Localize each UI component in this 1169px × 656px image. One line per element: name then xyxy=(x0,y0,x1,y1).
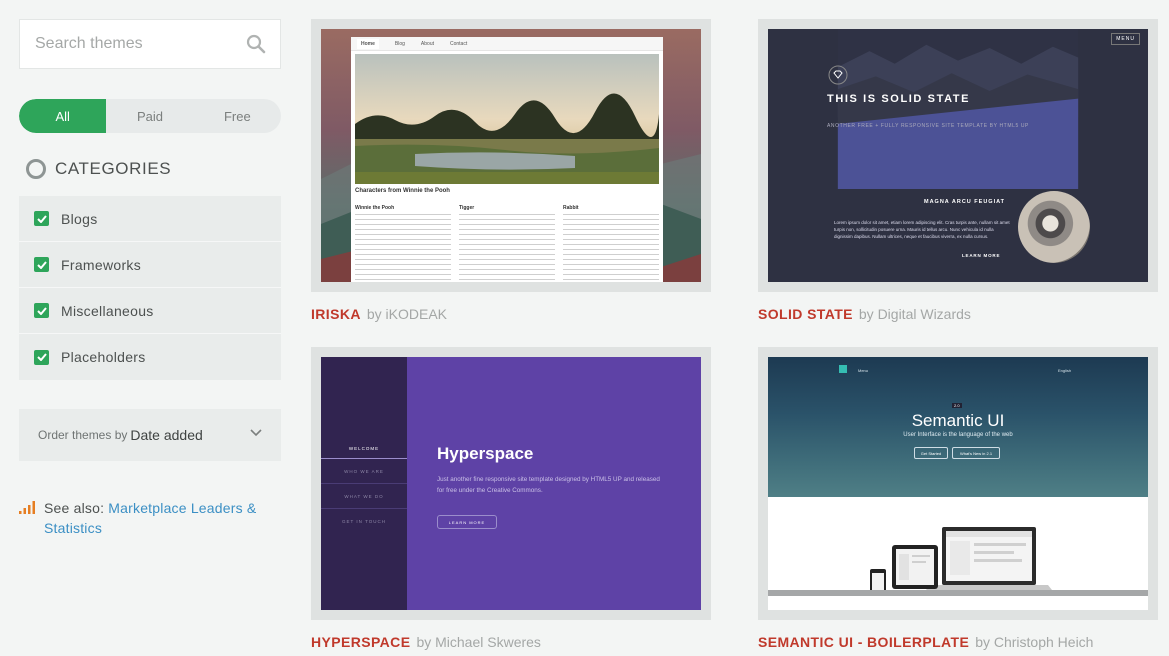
theme-preview-frame[interactable]: Home Blog About Contact Characters from … xyxy=(311,19,711,292)
signal-bars-icon xyxy=(19,501,35,514)
iriska-heading: Characters from Winnie the Pooh xyxy=(355,188,450,194)
semantic-subtitle: User Interface is the language of the we… xyxy=(903,432,1013,438)
category-label: Placeholders xyxy=(61,349,146,365)
checkbox-checked-icon[interactable] xyxy=(34,257,49,272)
diamond-icon xyxy=(828,65,848,85)
hyperspace-button: LEARN MORE xyxy=(437,515,497,529)
hyperspace-nav-item: WELCOME xyxy=(348,446,380,451)
theme-name-link[interactable]: SOLID STATE xyxy=(758,306,853,322)
iriska-page-preview: Home Blog About Contact Characters from … xyxy=(351,37,663,282)
theme-author: by iKODEAK xyxy=(366,306,447,322)
iriska-nav-item: About xyxy=(420,40,434,47)
menu-button: MENU xyxy=(1111,33,1140,45)
camera-photo xyxy=(1018,191,1090,263)
semantic-menu: Menu xyxy=(858,368,869,373)
theme-name-link[interactable]: IRISKA xyxy=(311,306,361,322)
checkbox-checked-icon[interactable] xyxy=(34,211,49,226)
theme-screenshot: Home Blog About Contact Characters from … xyxy=(321,29,701,282)
solid-state-body: Lorem ipsum dolor sit amet, etiam lorem … xyxy=(834,220,1010,239)
theme-caption: IRISKA by iKODEAK xyxy=(311,306,447,322)
search-input[interactable] xyxy=(20,20,280,68)
categories-title: CATEGORIES xyxy=(55,159,172,178)
iriska-nav: Home Blog About Contact xyxy=(351,37,663,51)
category-label: Miscellaneous xyxy=(61,302,154,319)
theme-preview-frame[interactable]: WELCOME WHO WE ARE WHAT WE DO GET IN TOU… xyxy=(311,347,711,620)
hyperspace-nav-item: WHAT WE DO xyxy=(344,494,384,499)
order-dropdown[interactable]: Order themes by Date added xyxy=(19,409,281,461)
category-list: Blogs Frameworks Miscellaneous Placehold… xyxy=(19,196,281,380)
semantic-whats-new: What's New in 2.1 xyxy=(952,447,1000,459)
iriska-col-title: Winnie the Pooh xyxy=(355,205,395,211)
theme-screenshot: Menu English 2.0 Semantic UI User Interf… xyxy=(768,357,1148,610)
hyperspace-sidebar: WELCOME WHO WE ARE WHAT WE DO GET IN TOU… xyxy=(321,357,407,610)
theme-author: by Christoph Heich xyxy=(975,634,1094,650)
semantic-title: Semantic UI xyxy=(911,411,1005,430)
theme-author: by Michael Skweres xyxy=(416,634,541,650)
semantic-logo-icon xyxy=(839,365,847,373)
theme-caption: SOLID STATE by Digital Wizards xyxy=(758,306,971,322)
checkbox-checked-icon[interactable] xyxy=(34,349,49,365)
iriska-column: Rabbit xyxy=(563,205,659,282)
hyperspace-body: Just another fine responsive site templa… xyxy=(437,476,660,494)
theme-screenshot: MENU THIS IS SOLID STATE ANOTHER FREE + … xyxy=(768,29,1148,282)
pricing-filter: All Paid Free xyxy=(19,99,281,133)
see-also: See also: Marketplace Leaders & Statisti… xyxy=(19,498,281,538)
category-item-frameworks[interactable]: Frameworks xyxy=(19,242,281,288)
chevron-down-icon xyxy=(250,429,262,437)
semantic-language: English xyxy=(1058,368,1072,373)
search-icon[interactable] xyxy=(246,34,266,54)
solid-state-subtitle: ANOTHER FREE + FULLY RESPONSIVE SITE TEM… xyxy=(827,123,1029,129)
hyperspace-title: Hyperspace xyxy=(437,444,534,463)
hyperspace-nav-item: WHO WE ARE xyxy=(344,469,384,474)
theme-name-link[interactable]: SEMANTIC UI - BOILERPLATE xyxy=(758,634,969,650)
semantic-badge: 2.0 xyxy=(952,403,962,408)
category-item-placeholders[interactable]: Placeholders xyxy=(19,334,281,380)
iriska-col-title: Tigger xyxy=(459,205,475,211)
iriska-nav-item: Home xyxy=(357,38,379,49)
category-item-miscellaneous[interactable]: Miscellaneous xyxy=(19,288,281,334)
theme-name-link[interactable]: HYPERSPACE xyxy=(311,634,410,650)
semantic-get-started: Get Started xyxy=(914,447,948,459)
iriska-column: Tigger xyxy=(459,205,555,282)
iriska-nav-item: Contact xyxy=(450,40,468,47)
iriska-column: Winnie the Pooh xyxy=(355,205,451,282)
category-item-blogs[interactable]: Blogs xyxy=(19,196,281,242)
theme-screenshot: WELCOME WHO WE ARE WHAT WE DO GET IN TOU… xyxy=(321,357,701,610)
theme-preview-frame[interactable]: MENU THIS IS SOLID STATE ANOTHER FREE + … xyxy=(758,19,1158,292)
filter-free-button[interactable]: Free xyxy=(194,99,281,133)
checkbox-checked-icon[interactable] xyxy=(34,303,49,318)
categories-heading: CATEGORIES xyxy=(26,157,171,181)
order-value: Date added xyxy=(130,427,203,443)
solid-state-background xyxy=(837,29,1079,189)
category-label: Blogs xyxy=(61,210,98,227)
hyperspace-nav-item: GET IN TOUCH xyxy=(341,519,386,524)
semantic-footer-bar xyxy=(768,590,1148,596)
lake-photo xyxy=(355,54,659,184)
solid-state-more: LEARN MORE xyxy=(962,253,1001,258)
category-label: Frameworks xyxy=(61,256,142,273)
theme-caption: SEMANTIC UI - BOILERPLATE by Christoph He… xyxy=(758,634,1093,650)
solid-state-title: THIS IS SOLID STATE xyxy=(827,93,971,105)
ring-icon xyxy=(26,159,46,179)
solid-state-section: MAGNA ARCU FEUGIAT xyxy=(924,199,1006,205)
order-prefix: Order themes by xyxy=(38,428,128,442)
theme-preview-frame[interactable]: Menu English 2.0 Semantic UI User Interf… xyxy=(758,347,1158,620)
iriska-col-title: Rabbit xyxy=(563,205,579,211)
iriska-nav-item: Blog xyxy=(394,40,405,47)
see-also-prefix: See also: xyxy=(44,500,105,516)
theme-caption: HYPERSPACE by Michael Skweres xyxy=(311,634,541,650)
filter-paid-button[interactable]: Paid xyxy=(106,99,193,133)
search-box[interactable] xyxy=(19,19,281,69)
filter-all-button[interactable]: All xyxy=(19,99,107,133)
theme-author: by Digital Wizards xyxy=(858,306,971,322)
